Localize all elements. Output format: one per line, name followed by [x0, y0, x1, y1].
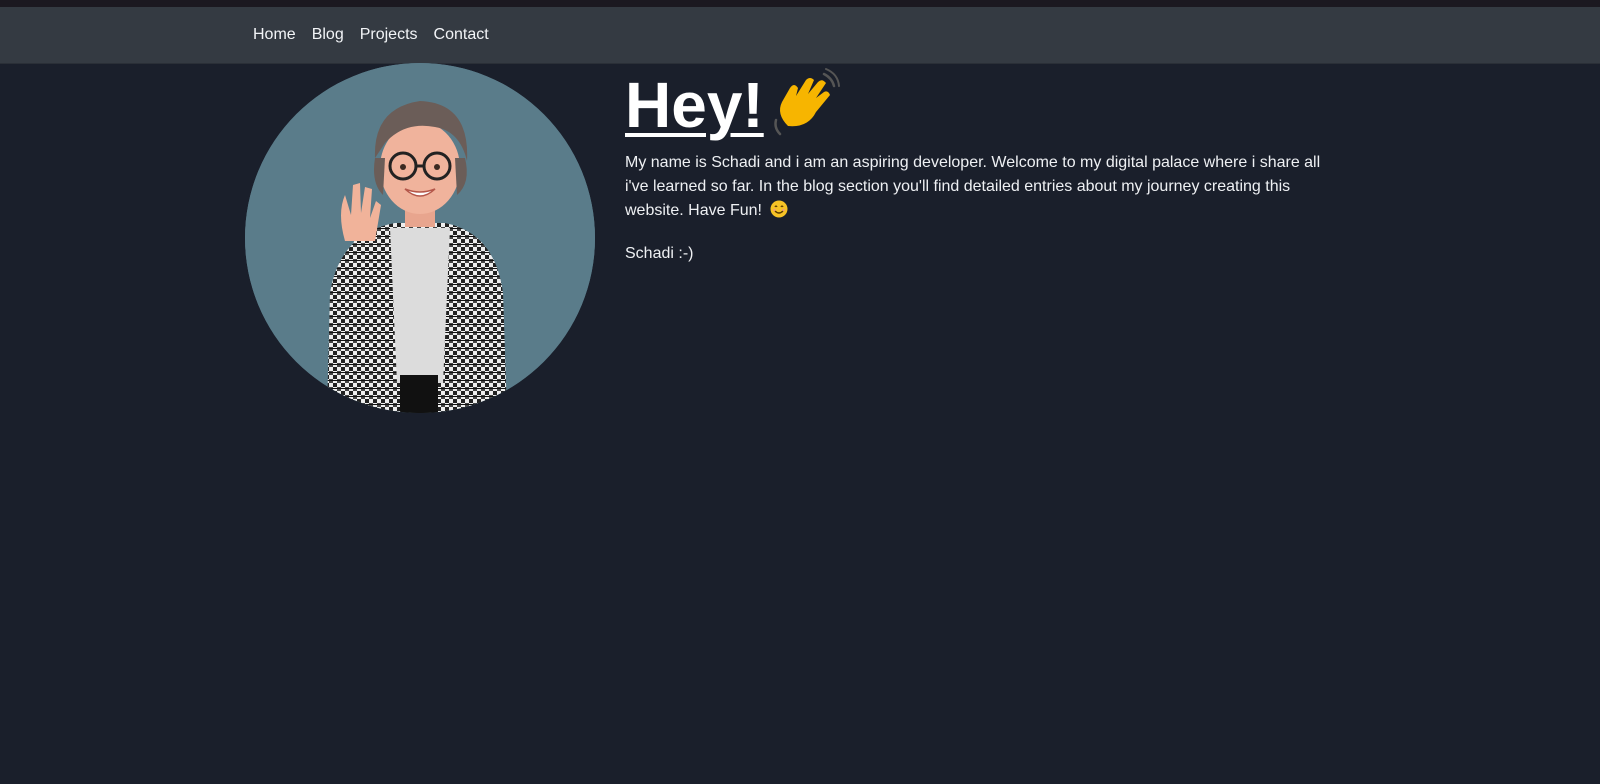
hero-content: Hey! My name is Schadi and i am an aspir…: [625, 63, 1365, 266]
signoff-text: Schadi :-): [625, 245, 694, 262]
nav-links: Home Blog Projects Contact: [253, 7, 489, 63]
navbar: Home Blog Projects Contact: [0, 7, 1600, 64]
nav-link-projects[interactable]: Projects: [360, 26, 418, 44]
nav-link-blog[interactable]: Blog: [312, 26, 344, 44]
intro-paragraph: My name is Schadi and i am an aspiring d…: [625, 151, 1345, 226]
avatar: [245, 63, 595, 413]
smiling-face-icon: [770, 200, 788, 226]
avatar-illustration: [245, 63, 595, 413]
intro-text: My name is Schadi and i am an aspiring d…: [625, 154, 1321, 219]
window-top-strip: [0, 0, 1600, 7]
title-row: Hey!: [625, 63, 1365, 145]
page-title: Hey!: [625, 69, 764, 141]
nav-link-contact[interactable]: Contact: [434, 26, 489, 44]
nav-link-home[interactable]: Home: [253, 26, 296, 44]
waving-hand-icon: [768, 66, 840, 143]
